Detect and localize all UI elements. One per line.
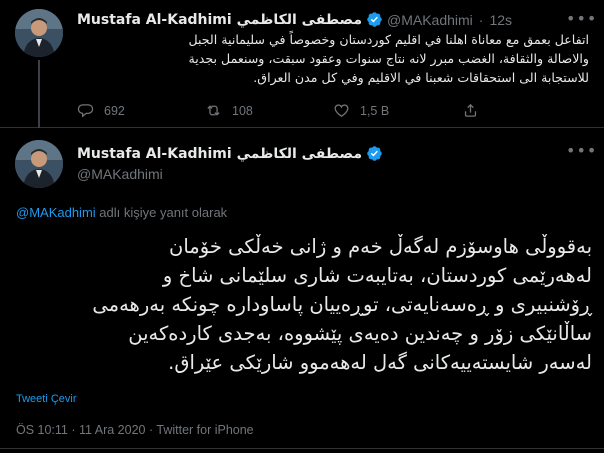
heart-icon <box>334 104 349 117</box>
verified-badge-icon <box>366 145 383 162</box>
translate-tweet-link[interactable]: Tweeti Çevir <box>16 393 77 405</box>
tweet-text-line: بەقووڵی هاوسۆزم لەگەڵ خەم و ژانی خەڵکی خ… <box>169 235 592 258</box>
share-button[interactable] <box>462 102 479 119</box>
tweet-timestamp[interactable]: ÖS 10:11 · 11 Ara 2020 · Twitter for iPh… <box>16 423 254 437</box>
reply-count: 692 <box>104 103 125 118</box>
author-handle[interactable]: @MAKadhimi <box>77 166 163 182</box>
retweet-button[interactable]: 108 <box>205 102 253 119</box>
tweet-1[interactable]: Mustafa Al-Kadhimi مصطفى الكاظمي @MAKadh… <box>0 0 604 128</box>
tweet-actions: 692 108 1,5 B <box>77 102 547 122</box>
more-icon[interactable]: ••• <box>566 142 596 160</box>
tweet-text-line: لەهەرێمی کوردستان، بەتایبەت شاری سلێمانی… <box>162 264 592 287</box>
replying-text: adlı kişiye yanıt olarak <box>95 205 228 220</box>
tweet-header: Mustafa Al-Kadhimi مصطفى الكاظمي <box>77 145 383 162</box>
thread-line <box>38 60 40 128</box>
separator-dot: · <box>478 11 484 28</box>
tweet-text-line: للاستجابة الى استحقاقات شعبنا في الاقليم… <box>253 70 589 85</box>
verified-badge-icon <box>366 11 383 28</box>
avatar[interactable] <box>15 140 63 188</box>
author-name[interactable]: Mustafa Al-Kadhimi مصطفى الكاظمي <box>77 12 362 28</box>
tweet-text-line: ڕۆشنبیری و ڕەسەنایەتی، توڕەییان پاساودار… <box>92 293 592 316</box>
tweet-text: اتفاعل بعمق مع معاناة اهلنا في اقليم كور… <box>77 30 589 87</box>
like-button[interactable]: 1,5 B <box>333 102 389 119</box>
retweet-count: 108 <box>232 103 253 118</box>
tweet-text-line: والاصالة والثقافة، الغضب مبرر لانه نتاج … <box>188 51 589 66</box>
replying-to: @MAKadhimi adlı kişiye yanıt olarak <box>16 205 227 220</box>
author-name[interactable]: Mustafa Al-Kadhimi مصطفى الكاظمي <box>77 146 362 162</box>
like-count: 1,5 B <box>360 103 390 118</box>
tweet-time[interactable]: 12s <box>489 12 512 28</box>
tweet-text-line: لەسەر شایستەییەکانی گەل لەهەموو شارێکی ع… <box>168 351 592 374</box>
retweet-icon <box>207 105 220 116</box>
tweet-text-line: اتفاعل بعمق مع معاناة اهلنا في اقليم كور… <box>188 32 589 47</box>
tweet-text-line: ساڵانێکی زۆر و چەندین دەیەی پێشووە، بەجد… <box>128 322 592 345</box>
tweet-text: بەقووڵی هاوسۆزم لەگەڵ خەم و ژانی خەڵکی خ… <box>16 232 592 377</box>
share-icon <box>464 103 477 117</box>
tweet-header: Mustafa Al-Kadhimi مصطفى الكاظمي @MAKadh… <box>77 11 512 28</box>
reply-button[interactable]: 692 <box>77 102 125 119</box>
divider <box>0 448 604 449</box>
author-handle[interactable]: @MAKadhimi <box>387 12 473 28</box>
more-icon[interactable]: ••• <box>566 10 596 28</box>
mention-link[interactable]: @MAKadhimi <box>16 205 96 220</box>
reply-icon <box>77 104 94 118</box>
avatar[interactable] <box>15 9 63 57</box>
